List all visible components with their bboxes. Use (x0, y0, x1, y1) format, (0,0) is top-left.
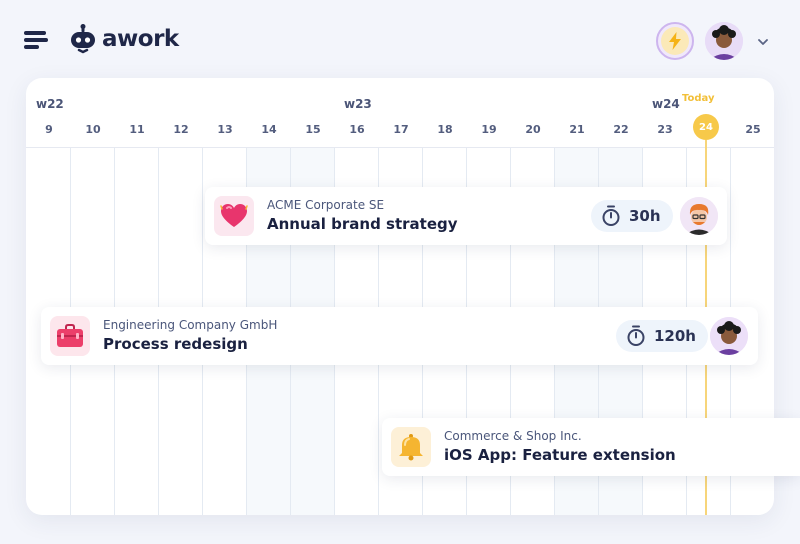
day-label: 25 (745, 123, 761, 136)
project-title: Process redesign (103, 335, 248, 353)
power-button[interactable] (656, 22, 694, 60)
day-label: 23 (657, 123, 673, 136)
project-company: Engineering Company GmbH (103, 318, 278, 332)
week-label: w22 (36, 97, 64, 111)
day-label: 10 (85, 123, 101, 136)
hours-value: 120h (654, 327, 696, 345)
bell-icon (391, 427, 431, 467)
day-label: 19 (481, 123, 497, 136)
project-card[interactable]: ACME Corporate SE Annual brand strategy … (205, 187, 727, 245)
person-avatar-icon (710, 317, 748, 355)
day-label: 15 (305, 123, 321, 136)
project-title: iOS App: Feature extension (444, 446, 676, 464)
day-label: 12 (173, 123, 189, 136)
day-label: 11 (129, 123, 145, 136)
project-card[interactable]: Commerce & Shop Inc. iOS App: Feature ex… (382, 418, 800, 476)
today-marker: 24 (693, 114, 719, 140)
day-label: 13 (217, 123, 233, 136)
person-avatar-icon (705, 22, 743, 60)
stopwatch-icon (627, 325, 645, 346)
logo-text: awork (102, 26, 179, 52)
person-avatar-icon (680, 197, 718, 235)
project-company: Commerce & Shop Inc. (444, 429, 582, 443)
project-title: Annual brand strategy (267, 215, 458, 233)
stopwatch-icon (602, 205, 620, 226)
hours-value: 30h (629, 207, 661, 225)
day-label: 16 (349, 123, 365, 136)
project-card[interactable]: Engineering Company GmbH Process redesig… (41, 307, 758, 365)
robot-logo-icon (71, 24, 95, 54)
week-label: w23 (344, 97, 372, 111)
hours-badge: 30h (591, 200, 673, 232)
day-label: 22 (613, 123, 629, 136)
project-company: ACME Corporate SE (267, 198, 385, 212)
awork-logo[interactable]: awork (70, 22, 179, 56)
timeline-header: w22 w23 w24 Today 9 10 11 12 13 14 15 16… (26, 78, 774, 148)
day-label: 17 (393, 123, 409, 136)
menu-line (24, 45, 39, 49)
day-label: 9 (45, 123, 53, 136)
day-label: 20 (525, 123, 541, 136)
chevron-down-icon[interactable] (756, 35, 770, 49)
lightning-icon (669, 32, 681, 50)
day-label: 18 (437, 123, 453, 136)
week-label: w24 (652, 97, 680, 111)
assignee-avatar[interactable] (710, 317, 748, 355)
assignee-avatar[interactable] (680, 197, 718, 235)
menu-line (24, 31, 46, 35)
day-label: 21 (569, 123, 585, 136)
day-label: 14 (261, 123, 277, 136)
today-label: Today (682, 93, 715, 104)
menu-button[interactable] (24, 31, 48, 51)
menu-line (24, 38, 48, 42)
heart-icon (214, 196, 254, 236)
user-avatar[interactable] (705, 22, 743, 60)
hours-badge: 120h (616, 320, 708, 352)
toolbox-icon (50, 316, 90, 356)
